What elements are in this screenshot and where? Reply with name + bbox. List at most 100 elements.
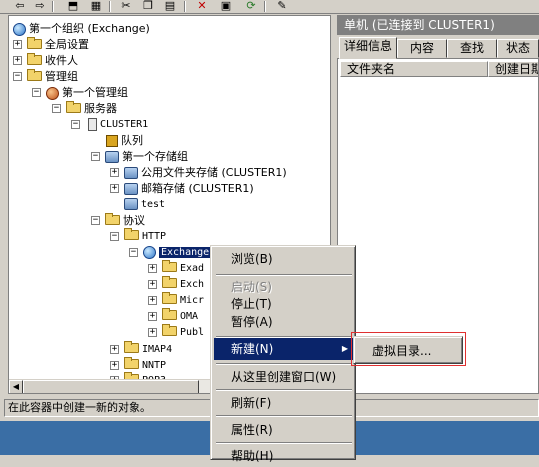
- collapse-minus-icon[interactable]: −: [129, 248, 138, 257]
- properties-icon[interactable]: ▣: [218, 0, 234, 13]
- folder-icon: [66, 101, 81, 113]
- menu-separator: [216, 363, 352, 365]
- expand-plus-icon[interactable]: +: [148, 296, 157, 305]
- context-menu: 浏览(B) 启动(S) 停止(T) 暂停(A) 新建(N) ▶ 从这里创建窗口(…: [210, 245, 356, 463]
- up-folder-icon[interactable]: ⬒: [65, 0, 81, 13]
- collapse-minus-icon[interactable]: −: [110, 232, 119, 241]
- tree-item-servers[interactable]: − 服务器: [52, 101, 117, 116]
- forward-icon[interactable]: ⇨: [32, 0, 48, 13]
- folder-icon: [162, 308, 177, 320]
- collapse-minus-icon[interactable]: −: [91, 152, 100, 161]
- mailbox-store-icon: [124, 183, 138, 195]
- toolbar-separator: [109, 1, 111, 12]
- tree-label: Micr: [180, 295, 205, 306]
- tree-item-nntp[interactable]: + NNTP: [110, 357, 166, 373]
- tree-item-first-storage-group[interactable]: − 第一个存储组: [91, 149, 188, 164]
- collapse-minus-icon[interactable]: −: [32, 88, 41, 97]
- tree-item-child-4[interactable]: + OMA: [148, 308, 198, 324]
- expand-plus-icon[interactable]: +: [148, 328, 157, 337]
- menu-item-properties[interactable]: 属性(R): [214, 419, 354, 441]
- queue-icon: [106, 135, 118, 147]
- tree-item-child-1[interactable]: + Exad: [148, 260, 204, 276]
- expand-plus-icon[interactable]: +: [148, 264, 157, 273]
- tree-label: 管理组: [45, 70, 78, 83]
- toolbar-separator: [264, 1, 266, 12]
- tree-item-admin-groups[interactable]: − 管理组: [13, 69, 78, 84]
- storage-group-icon: [105, 151, 119, 163]
- delete-icon[interactable]: ✕: [194, 0, 210, 13]
- folder-icon: [124, 341, 139, 353]
- tree-label: Publ: [180, 327, 205, 338]
- tree-item-global-settings[interactable]: + 全局设置: [13, 37, 89, 52]
- toolbar-separator: [52, 1, 54, 12]
- menu-item-new[interactable]: 新建(N) ▶: [214, 338, 354, 360]
- folder-icon: [27, 53, 42, 65]
- collapse-minus-icon[interactable]: −: [91, 216, 100, 225]
- menu-separator: [216, 389, 352, 391]
- expand-plus-icon[interactable]: +: [110, 184, 119, 193]
- tree-item-child-2[interactable]: + Exch: [148, 276, 204, 292]
- tree-item-imap4[interactable]: + IMAP4: [110, 341, 173, 357]
- collapse-minus-icon[interactable]: −: [71, 120, 80, 129]
- tab-status[interactable]: 状态: [497, 39, 539, 58]
- tree-item-public-store[interactable]: + 公用文件夹存储 (CLUSTER1): [110, 165, 287, 180]
- folder-icon: [124, 357, 139, 369]
- tree-item-test[interactable]: test: [124, 197, 165, 212]
- export-list-icon[interactable]: ✎: [274, 0, 290, 13]
- collapse-minus-icon[interactable]: −: [13, 72, 22, 81]
- copy-icon[interactable]: ❐: [140, 0, 156, 13]
- tab-find[interactable]: 查找: [447, 39, 497, 58]
- menu-item-refresh[interactable]: 刷新(F): [214, 392, 354, 414]
- tree-item-cluster1[interactable]: − CLUSTER1: [71, 117, 148, 132]
- scrollbar-thumb[interactable]: [23, 380, 199, 393]
- expand-plus-icon[interactable]: +: [13, 56, 22, 65]
- tree-item-root[interactable]: 第一个组织 (Exchange): [13, 21, 150, 36]
- tree-item-queues[interactable]: 队列: [106, 133, 143, 148]
- tree-item-child-5[interactable]: + Publ: [148, 324, 205, 340]
- tab-details[interactable]: 详细信息: [339, 37, 397, 59]
- menu-separator: [216, 442, 352, 444]
- menu-item-browse[interactable]: 浏览(B): [214, 248, 354, 270]
- tree-item-protocols[interactable]: − 协议: [91, 213, 145, 228]
- tab-content[interactable]: 内容: [397, 39, 447, 58]
- annotation-highlight-box: [351, 332, 466, 366]
- expand-plus-icon[interactable]: +: [148, 280, 157, 289]
- column-header-created-date[interactable]: 创建日期: [488, 61, 538, 77]
- show-hide-tree-icon[interactable]: ▦: [88, 0, 104, 13]
- tree-item-http[interactable]: − HTTP: [110, 228, 167, 244]
- tree-label: 收件人: [45, 54, 78, 67]
- tree-label: 邮箱存储 (CLUSTER1): [141, 182, 254, 195]
- menu-separator: [216, 415, 352, 417]
- tree-item-child-3[interactable]: + Micr: [148, 292, 205, 308]
- folder-icon: [27, 69, 42, 81]
- menu-item-pause[interactable]: 暂停(A): [214, 311, 354, 333]
- tree-label: HTTP: [142, 231, 167, 242]
- expand-plus-icon[interactable]: +: [110, 361, 119, 370]
- tree-item-first-admin-group[interactable]: − 第一个管理组: [32, 85, 128, 100]
- public-store-icon: [124, 167, 138, 179]
- server-icon: [88, 117, 97, 131]
- tree-item-recipients[interactable]: + 收件人: [13, 53, 78, 68]
- refresh-icon[interactable]: ⟳: [243, 0, 259, 13]
- tree-label: 第一个组织 (Exchange): [29, 22, 150, 35]
- admin-group-icon: [46, 86, 59, 100]
- expand-plus-icon[interactable]: +: [110, 168, 119, 177]
- tree-item-mailbox-store[interactable]: + 邮箱存储 (CLUSTER1): [110, 181, 254, 196]
- expand-plus-icon[interactable]: +: [13, 40, 22, 49]
- expand-plus-icon[interactable]: +: [110, 345, 119, 354]
- menu-item-help[interactable]: 帮助(H): [214, 445, 354, 467]
- folder-icon: [162, 292, 177, 304]
- scroll-left-icon[interactable]: ◀: [9, 380, 23, 393]
- collapse-minus-icon[interactable]: −: [52, 104, 61, 113]
- store-icon: [124, 198, 138, 210]
- tree-label: 服务器: [84, 102, 117, 115]
- tree-label: test: [141, 199, 166, 210]
- menu-item-new-window[interactable]: 从这里创建窗口(W): [214, 366, 354, 388]
- details-pane-title: 单机 (已连接到 CLUSTER1): [337, 15, 539, 35]
- expand-plus-icon[interactable]: +: [148, 312, 157, 321]
- cut-icon[interactable]: ✂: [118, 0, 134, 13]
- tree-label: IMAP4: [142, 344, 173, 355]
- back-icon[interactable]: ⇦: [12, 0, 28, 13]
- paste-icon[interactable]: ▤: [162, 0, 178, 13]
- column-header-folder-name[interactable]: 文件夹名: [340, 61, 488, 77]
